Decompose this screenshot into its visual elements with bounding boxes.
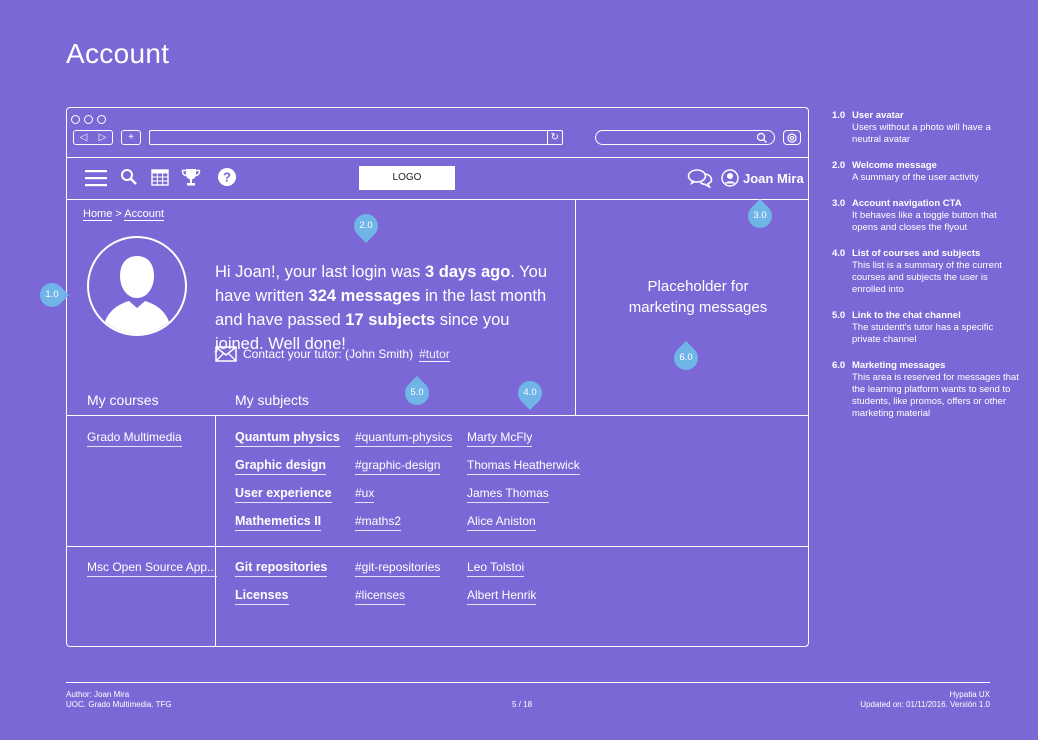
mail-icon[interactable] <box>215 346 237 362</box>
search-icon <box>756 132 767 143</box>
window-minimize-dot[interactable] <box>84 115 93 124</box>
chat-icon[interactable] <box>687 168 713 188</box>
breadcrumb-separator: > <box>115 208 122 220</box>
tutor-link[interactable]: Thomas Heatherwick <box>467 458 580 475</box>
tutor-link[interactable]: James Thomas <box>467 486 549 503</box>
marketing-placeholder: Placeholder for marketing messages <box>593 276 803 318</box>
page-title: Account <box>66 38 170 69</box>
app-toolbar: ? LOGO Joan Mira <box>67 158 808 200</box>
courses-row-divider <box>67 546 808 547</box>
my-courses-heading: My courses <box>87 392 159 408</box>
courses-column-divider <box>215 415 216 646</box>
marketing-panel-divider <box>575 200 576 415</box>
browser-chrome: ◁ ▷ + ↻ <box>67 108 808 158</box>
browser-frame: ◁ ▷ + ↻ ? LOGO Joan Mira Home > Account … <box>66 107 809 647</box>
subject-link[interactable]: Quantum physics <box>235 430 340 447</box>
back-icon[interactable]: ◁ <box>80 131 88 144</box>
subject-link[interactable]: Git repositories <box>235 560 328 577</box>
marketing-line-2: marketing messages <box>628 299 768 316</box>
subject-channel-link[interactable]: #ux <box>355 486 375 503</box>
tutor-link[interactable]: Alice Aniston <box>467 514 536 531</box>
reload-icon[interactable]: ↻ <box>546 131 559 144</box>
calendar-grid-icon[interactable] <box>151 169 169 186</box>
messages-count: 324 messages <box>308 287 421 305</box>
subject-channel-link[interactable]: #git-repositories <box>355 560 441 577</box>
note-item: 6.0 Marketing messages This area is reser… <box>832 360 1019 419</box>
subject-link[interactable]: Graphic design <box>235 458 326 475</box>
footer-left: Author: Joan Mira UOC. Grado Multimedia.… <box>66 690 172 710</box>
note-item: 1.0 User avatar Users without a photo wil… <box>832 110 991 145</box>
footer-updated: Updated on: 01/11/2016. Versión 1.0 <box>860 700 990 709</box>
settings-icon <box>787 133 797 143</box>
help-icon[interactable]: ? <box>217 167 237 187</box>
menu-icon[interactable] <box>85 168 107 188</box>
window-close-dot[interactable] <box>71 115 80 124</box>
breadcrumb-current[interactable]: Account <box>124 208 165 221</box>
course-link[interactable]: Msc Open Source App... <box>87 560 218 577</box>
default-avatar-icon <box>103 256 171 334</box>
subject-link[interactable]: User experience <box>235 486 332 503</box>
footer-product: Hypatia UX <box>949 690 990 699</box>
breadcrumb: Home > Account <box>83 208 165 221</box>
svg-text:?: ? <box>223 170 231 185</box>
url-bar[interactable]: ↻ <box>149 130 563 145</box>
footer-right: Hypatia UX Updated on: 01/11/2016. Versi… <box>860 690 990 710</box>
browser-settings-button[interactable] <box>783 130 801 145</box>
breadcrumb-home[interactable]: Home <box>83 208 113 221</box>
subject-channel-link[interactable]: #quantum-physics <box>355 430 453 447</box>
subject-channel-link[interactable]: #maths2 <box>355 514 402 531</box>
user-icon[interactable] <box>721 169 739 187</box>
welcome-message: Hi Joan!, your last login was 3 days ago… <box>215 263 548 353</box>
tutor-link[interactable]: Albert Henrik <box>467 588 537 605</box>
contact-tutor: Contact your tutor: (John Smith) #tutor <box>215 346 450 362</box>
search-icon[interactable] <box>120 168 138 186</box>
window-maximize-dot[interactable] <box>97 115 106 124</box>
page-number: 5 / 18 <box>512 700 533 709</box>
note-item: 5.0 Link to the chat channel The studentt… <box>832 310 994 345</box>
marketing-line-1: Placeholder for <box>647 278 749 295</box>
tutor-link[interactable]: Marty McFly <box>467 430 533 447</box>
annotation-notes: 1.0 User avatar Users without a photo wil… <box>832 110 1022 434</box>
subjects-count: 17 subjects <box>345 311 436 329</box>
note-item: 2.0 Welcome message A summary of the user… <box>832 160 979 183</box>
course-link[interactable]: Grado Multimedia <box>87 430 182 447</box>
forward-icon[interactable]: ▷ <box>99 131 107 144</box>
new-tab-button[interactable]: + <box>121 130 141 145</box>
note-item: 4.0 List of courses and subjects This lis… <box>832 248 1002 295</box>
contact-tutor-label: Contact your tutor: (John Smith) <box>243 347 414 361</box>
tutor-channel-link[interactable]: #tutor <box>419 347 450 362</box>
note-item: 3.0 Account navigation CTA It behaves lik… <box>832 198 997 233</box>
footer-org: UOC. Grado Multimedia. TFG <box>66 700 172 709</box>
courses-top-divider <box>67 415 808 416</box>
trophy-icon[interactable] <box>181 167 201 187</box>
history-nav: ◁ ▷ <box>73 130 113 145</box>
logo[interactable]: LOGO <box>359 166 455 190</box>
avatar[interactable] <box>87 236 187 336</box>
footer-divider <box>66 682 990 683</box>
subject-link[interactable]: Mathemetics II <box>235 514 322 531</box>
footer-author: Author: Joan Mira <box>66 690 130 699</box>
my-subjects-heading: My subjects <box>235 392 309 408</box>
subject-link[interactable]: Licenses <box>235 588 289 605</box>
last-login-value: 3 days ago <box>425 263 511 281</box>
browser-search-bar[interactable] <box>595 130 775 145</box>
tutor-link[interactable]: Leo Tolstoi <box>467 560 525 577</box>
account-menu-button[interactable]: Joan Mira <box>743 171 804 186</box>
subject-channel-link[interactable]: #licenses <box>355 588 406 605</box>
subject-channel-link[interactable]: #graphic-design <box>355 458 441 475</box>
